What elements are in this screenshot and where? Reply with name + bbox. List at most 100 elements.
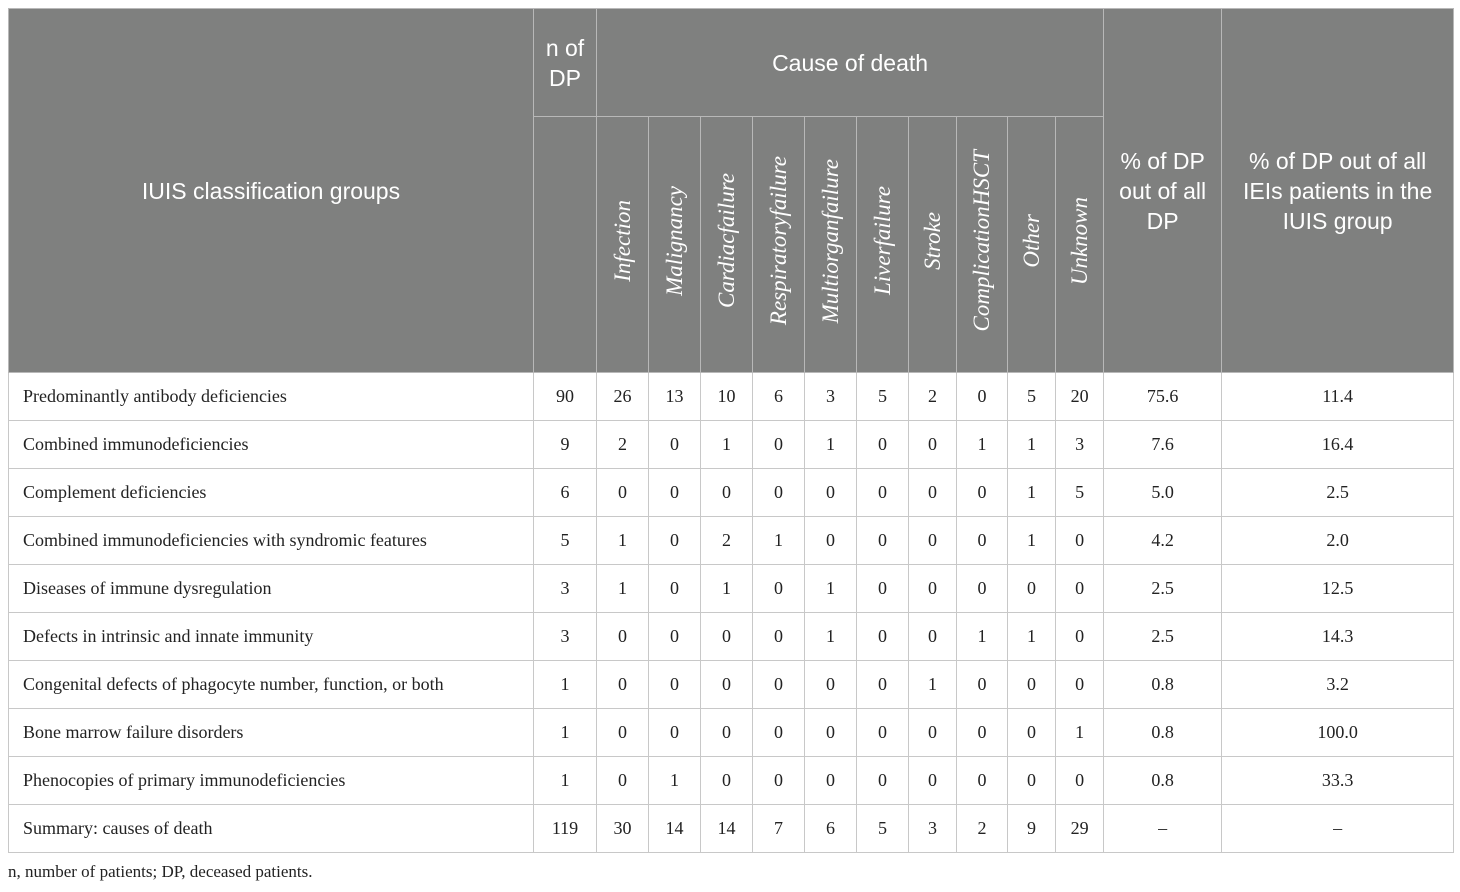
cause-header: Infection	[596, 116, 649, 373]
group-label-cell: Congenital defects of phagocyte number, …	[8, 660, 534, 709]
cause-count-cell: 0	[1054, 660, 1105, 709]
cause-count-cell: 0	[1054, 756, 1105, 805]
cause-count-cell: 26	[596, 372, 649, 421]
pct-all-cell: 2.5	[1103, 612, 1223, 661]
cause-count-cell: 0	[1054, 516, 1105, 565]
cause-header-label: Infection	[609, 200, 635, 282]
n-dp-cell: 1	[533, 708, 597, 757]
table-row: Diseases of immune dysregulation 3 1 0 1 0 1 0 0…	[8, 564, 1455, 613]
group-label-cell: Bone marrow failure disorders	[8, 708, 534, 757]
pct-all-cell: 5.0	[1103, 468, 1223, 517]
cause-count-cell: 0	[908, 564, 957, 613]
cause-count-cell: 0	[856, 564, 909, 613]
pct-group-cell: 12.5	[1221, 564, 1455, 613]
cause-count-cell: 0	[596, 612, 649, 661]
cause-count-cell: 3	[804, 372, 857, 421]
cause-count-cell: 6	[752, 372, 805, 421]
pct-group-column-header: % of DP out of all IEIs patients in the …	[1221, 8, 1455, 373]
cause-header: Other	[1007, 116, 1056, 373]
n-column-header-empty	[533, 116, 597, 373]
pct-all-cell: –	[1103, 804, 1223, 853]
cause-count-cell: 0	[700, 708, 753, 757]
cause-header-label: Multiorganfailure	[817, 158, 843, 324]
cause-header: Malignancy	[648, 116, 701, 373]
cause-count-cell: 0	[596, 708, 649, 757]
cause-count-cell: 0	[648, 612, 701, 661]
cause-count-cell: 1	[1007, 420, 1056, 469]
pct-all-cell: 0.8	[1103, 660, 1223, 709]
cause-count-cell: 1	[1054, 708, 1105, 757]
cause-count-cell: 14	[648, 804, 701, 853]
cause-count-cell: 1	[700, 420, 753, 469]
cause-count-cell: 5	[856, 804, 909, 853]
table-row: Phenocopies of primary immunodeficiencie…	[8, 756, 1455, 805]
cause-count-cell: 0	[752, 660, 805, 709]
cause-count-cell: 0	[648, 468, 701, 517]
cause-count-cell: 1	[956, 612, 1008, 661]
n-dp-cell: 3	[533, 612, 597, 661]
cause-count-cell: 0	[596, 756, 649, 805]
cause-of-death-group-header: Cause of death	[595, 8, 1105, 117]
cause-count-cell: 0	[596, 468, 649, 517]
table-footnote: n, number of patients; DP, deceased pati…	[8, 862, 313, 881]
group-label-cell: Summary: causes of death	[8, 804, 534, 853]
table-row: Combined immunodeficiencies with syndrom…	[8, 516, 1455, 565]
pct-all-cell: 7.6	[1103, 420, 1223, 469]
cause-count-cell: 0	[648, 516, 701, 565]
cause-count-cell: 0	[908, 708, 957, 757]
cause-count-cell: 0	[804, 708, 857, 757]
n-column-header: n of DP	[533, 8, 597, 117]
cause-count-cell: 0	[908, 420, 957, 469]
n-dp-cell: 119	[533, 804, 597, 853]
pct-all-column-header-text: % of DP out of all DP	[1119, 147, 1207, 234]
cause-count-cell: 0	[648, 564, 701, 613]
cause-header-label: Liverfailure	[869, 186, 895, 296]
cause-count-cell: 0	[804, 516, 857, 565]
cause-count-cell: 0	[804, 756, 857, 805]
cause-count-cell: 13	[648, 372, 701, 421]
cause-count-cell: 0	[856, 420, 909, 469]
pct-group-cell: 3.2	[1221, 660, 1455, 709]
n-dp-cell: 90	[533, 372, 597, 421]
group-label-cell: Complement deficiencies	[8, 468, 534, 517]
cause-count-cell: 3	[1054, 420, 1105, 469]
cause-count-cell: 2	[700, 516, 753, 565]
pct-all-cell: 75.6	[1103, 372, 1223, 421]
pct-group-cell: 2.5	[1221, 468, 1455, 517]
cause-header: Respiratoryfailure	[752, 116, 805, 373]
cause-count-cell: 5	[1007, 372, 1056, 421]
cause-count-cell: 1	[804, 612, 857, 661]
pct-group-cell: 14.3	[1221, 612, 1455, 661]
group-column-header-text: IUIS classification groups	[141, 177, 401, 204]
table-row: Congenital defects of phagocyte number, …	[8, 660, 1455, 709]
cause-count-cell: 5	[856, 372, 909, 421]
cause-count-cell: 5	[1054, 468, 1105, 517]
cause-header: Liverfailure	[856, 116, 909, 373]
cause-header-label: ComplicationHSCT	[969, 150, 994, 332]
table-row: Defects in intrinsic and innate immunity…	[8, 612, 1455, 661]
group-label-cell: Combined immunodeficiencies	[8, 420, 534, 469]
cause-count-cell: 1	[648, 756, 701, 805]
cause-count-cell: 1	[956, 420, 1008, 469]
pct-group-cell: 33.3	[1221, 756, 1455, 805]
group-label-cell: Phenocopies of primary immunodeficiencie…	[8, 756, 534, 805]
pct-group-cell: –	[1221, 804, 1455, 853]
table-row: Summary: causes of death 119 30 14 14 7 6 5 3 2 9 2…	[8, 804, 1455, 853]
cause-count-cell: 14	[700, 804, 753, 853]
cause-count-cell: 0	[908, 756, 957, 805]
cause-count-cell: 2	[908, 372, 957, 421]
pct-all-column-header: % of DP out of all DP	[1103, 8, 1223, 373]
pct-all-cell: 2.5	[1103, 564, 1223, 613]
cause-count-cell: 0	[1054, 564, 1105, 613]
cause-count-cell: 1	[596, 516, 649, 565]
cause-count-cell: 0	[804, 660, 857, 709]
pct-group-cell: 16.4	[1221, 420, 1455, 469]
pct-all-cell: 0.8	[1103, 756, 1223, 805]
cause-count-cell: 2	[956, 804, 1008, 853]
cause-count-cell: 0	[700, 660, 753, 709]
cause-count-cell: 0	[700, 756, 753, 805]
table-row: Complement deficiencies 6 0 0 0 0 0 0 0 0 1 5 5.0 2.5	[8, 468, 1455, 517]
n-dp-cell: 9	[533, 420, 597, 469]
cause-count-cell: 0	[752, 708, 805, 757]
cause-count-cell: 0	[648, 420, 701, 469]
